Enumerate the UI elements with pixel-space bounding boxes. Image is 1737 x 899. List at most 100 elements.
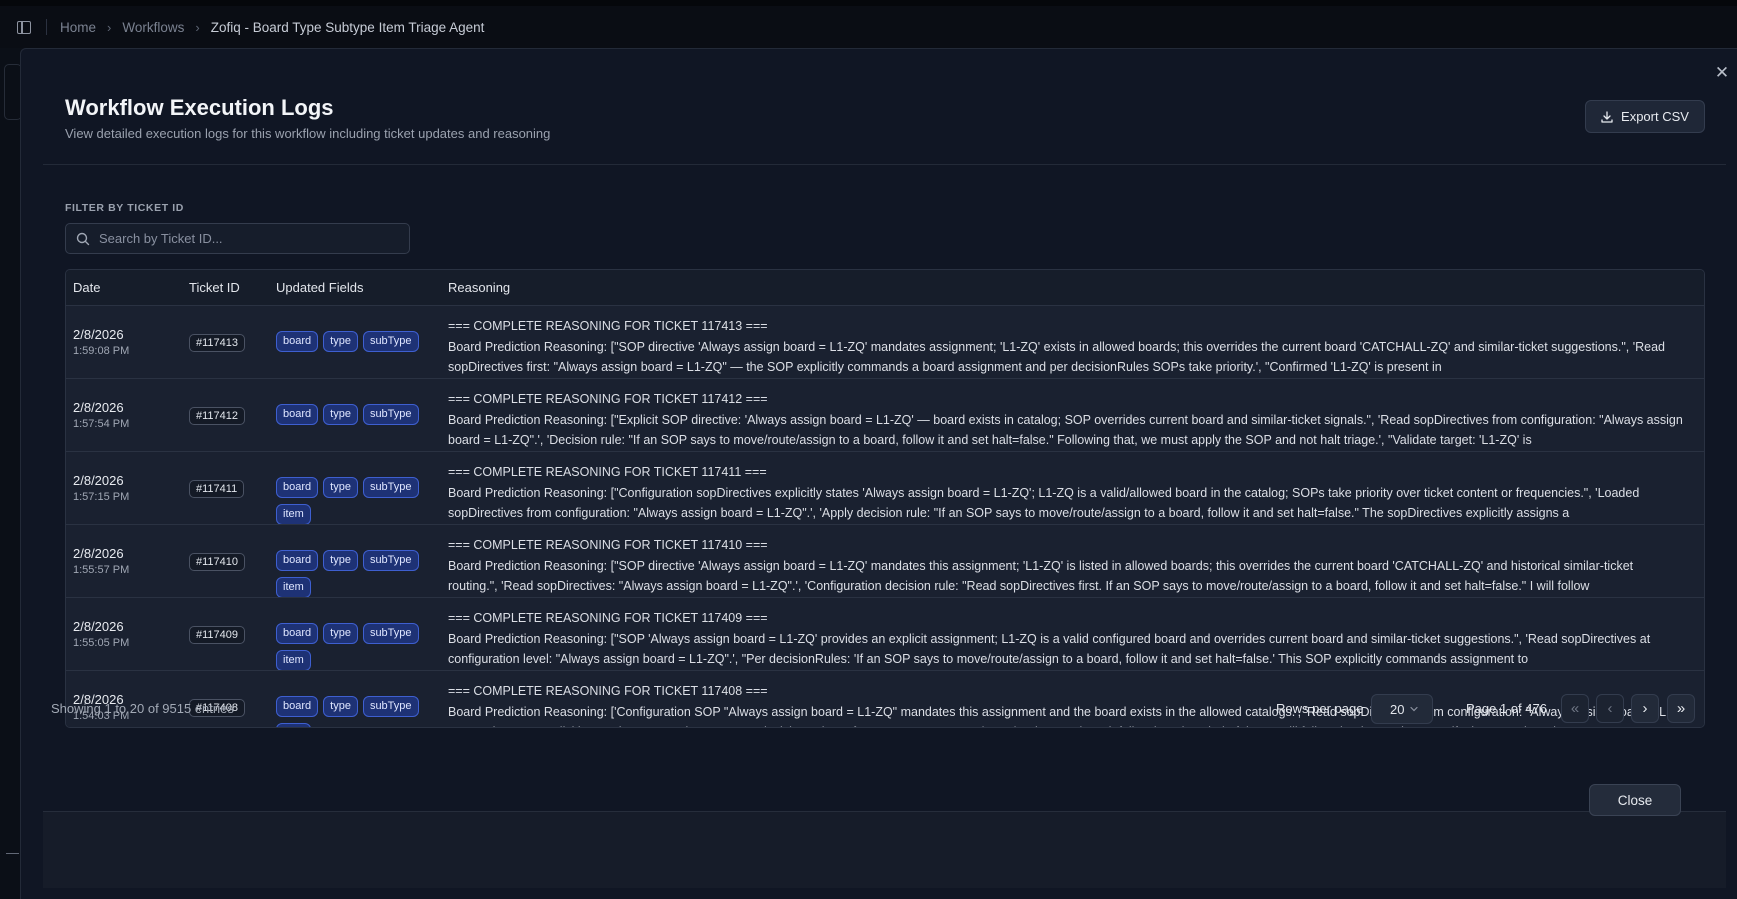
table-body[interactable]: 2/8/2026 1:59:08 PM #117413 board type subTyp… — [66, 306, 1704, 727]
first-page-button[interactable]: « — [1561, 694, 1589, 723]
log-time: 1:55:57 PM — [73, 564, 130, 576]
download-icon — [1601, 110, 1613, 123]
log-date: 2/8/2026 — [73, 400, 124, 415]
field-tag: subType — [362, 404, 419, 425]
reasoning-cell: === COMPLETE REASONING FOR TICKET 117409… — [448, 598, 1704, 670]
chevron-right-icon: › — [195, 19, 200, 35]
date-cell: 2/8/2026 1:55:05 PM — [66, 598, 189, 649]
field-tag: type — [323, 404, 358, 425]
updated-fields-cell: boardtypesubType item — [276, 452, 448, 524]
field-tag: type — [323, 331, 358, 352]
filter-label: FILTER BY TICKET ID — [65, 202, 184, 214]
reasoning-text: Board Prediction Reasoning: ["Explicit S… — [448, 412, 1683, 448]
modal-title: Workflow Execution Logs — [65, 95, 334, 120]
logs-table: Date Ticket ID Updated Fields Reasoning … — [65, 269, 1705, 728]
reasoning-cell: === COMPLETE REASONING FOR TICKET 117411… — [448, 452, 1704, 524]
table-row[interactable]: 2/8/2026 1:55:57 PM #117410 board type subTyp… — [66, 525, 1704, 598]
date-cell: 2/8/2026 1:57:54 PM — [66, 379, 189, 430]
ticket-search-input[interactable] — [99, 231, 399, 246]
field-tag: board — [276, 404, 319, 425]
table-row[interactable]: 2/8/2026 1:59:08 PM #117413 board type subTyp… — [66, 306, 1704, 379]
reasoning-heading: === COMPLETE REASONING FOR TICKET 117410… — [448, 538, 768, 552]
close-button[interactable]: Close — [1589, 784, 1681, 816]
table-row[interactable]: 2/8/2026 1:57:54 PM #117412 board type subTyp… — [66, 379, 1704, 452]
updated-fields-cell: board type subType — [276, 306, 448, 352]
table-header: Date Ticket ID Updated Fields Reasoning — [66, 270, 1704, 306]
log-date: 2/8/2026 — [73, 473, 124, 488]
reasoning-text: Board Prediction Reasoning: ["Configurat… — [448, 485, 1640, 521]
reasoning-text: Board Prediction Reasoning: ["SOP direct… — [448, 558, 1634, 594]
field-tag: subType — [362, 696, 419, 717]
header-ticket-id: Ticket ID — [189, 280, 240, 295]
top-bar: Home › Workflows › Zofiq - Board Type Su… — [0, 0, 1737, 48]
field-tag: board — [276, 477, 319, 498]
field-tag: subType — [362, 623, 419, 644]
header-date: Date — [73, 280, 101, 295]
field-tag: board — [276, 623, 319, 644]
ticket-id-badge[interactable]: #117409 — [189, 626, 246, 644]
breadcrumb: Home › Workflows › Zofiq - Board Type Su… — [60, 20, 484, 35]
field-tag: board — [276, 331, 319, 352]
breadcrumb-home[interactable]: Home — [60, 20, 96, 35]
chevron-right-icon: › — [107, 19, 112, 35]
date-cell: 2/8/2026 1:59:08 PM — [66, 306, 189, 357]
sidebar-toggle-icon[interactable] — [17, 20, 31, 34]
search-box[interactable] — [65, 223, 410, 254]
modal-footer — [43, 811, 1726, 888]
log-time: 1:57:15 PM — [73, 491, 130, 503]
table-row[interactable]: 2/8/2026 1:55:05 PM #117409 board type subTyp… — [66, 598, 1704, 671]
ticket-id-badge[interactable]: #117411 — [189, 480, 245, 498]
close-icon[interactable]: ✕ — [1713, 64, 1731, 82]
table-row[interactable]: 2/8/2026 1:57:15 PM #117411 board type subTyp… — [66, 452, 1704, 525]
reasoning-heading: === COMPLETE REASONING FOR TICKET 117409… — [448, 611, 768, 625]
header-divider — [43, 164, 1726, 165]
field-tag: item — [276, 577, 311, 597]
ticket-cell: #117411 — [189, 452, 276, 498]
next-page-button[interactable]: › — [1631, 694, 1659, 723]
updated-fields-cell: board type subType — [276, 379, 448, 425]
breadcrumb-current: Zofiq - Board Type Subtype Item Triage A… — [210, 19, 485, 35]
log-time: 1:57:54 PM — [73, 418, 130, 430]
log-time: 1:59:08 PM — [73, 345, 130, 357]
reasoning-cell: === COMPLETE REASONING FOR TICKET 117412… — [448, 379, 1704, 451]
field-tag: type — [323, 477, 358, 498]
ticket-cell: #117413 — [189, 306, 276, 352]
reasoning-cell: === COMPLETE REASONING FOR TICKET 117408… — [448, 671, 1704, 727]
breadcrumb-workflows[interactable]: Workflows — [122, 20, 184, 35]
header-reasoning: Reasoning — [448, 280, 511, 295]
field-tag: type — [323, 623, 358, 644]
rows-per-page-value: 20 — [1390, 701, 1405, 717]
ticket-id-badge[interactable]: #117413 — [189, 334, 246, 352]
reasoning-heading: === COMPLETE REASONING FOR TICKET 117413… — [448, 319, 768, 333]
ticket-cell: #117410 — [189, 525, 276, 571]
ticket-id-badge[interactable]: #117412 — [189, 407, 246, 425]
last-page-button[interactable]: » — [1667, 694, 1695, 723]
reasoning-text: Board Prediction Reasoning: ["SOP 'Alway… — [448, 631, 1651, 667]
rows-per-page-select[interactable]: 20 — [1371, 694, 1433, 724]
field-tag: subType — [362, 477, 419, 498]
reasoning-heading: === COMPLETE REASONING FOR TICKET 117411… — [448, 465, 767, 479]
reasoning-heading: === COMPLETE REASONING FOR TICKET 117408… — [448, 684, 768, 698]
field-tag: item — [276, 504, 311, 524]
previous-page-button[interactable]: ‹ — [1596, 694, 1624, 723]
reasoning-heading: === COMPLETE REASONING FOR TICKET 117412… — [448, 392, 768, 406]
background-minus-icon: — — [6, 845, 19, 860]
ticket-id-badge[interactable]: #117410 — [189, 553, 246, 571]
export-csv-button[interactable]: Export CSV — [1585, 100, 1705, 133]
execution-logs-modal: ✕ Workflow Execution Logs View detailed … — [20, 48, 1737, 899]
log-date: 2/8/2026 — [73, 546, 124, 561]
header-updated-fields: Updated Fields — [276, 280, 364, 295]
field-tag: type — [323, 550, 358, 571]
updated-fields-cell: boardtypesubType item — [276, 671, 448, 727]
field-tag: item — [276, 650, 311, 670]
field-tag: board — [276, 696, 319, 717]
table-row[interactable]: 2/8/2026 1:54:03 PM #117408 board type subTyp… — [66, 671, 1704, 727]
chevron-down-icon — [1410, 706, 1418, 712]
field-tag: type — [323, 696, 358, 717]
field-tag: subType — [362, 331, 419, 352]
ticket-cell: #117409 — [189, 598, 276, 644]
date-cell: 2/8/2026 1:55:57 PM — [66, 525, 189, 576]
log-date: 2/8/2026 — [73, 327, 124, 342]
topbar-separator — [46, 19, 47, 35]
date-cell: 2/8/2026 1:57:15 PM — [66, 452, 189, 503]
